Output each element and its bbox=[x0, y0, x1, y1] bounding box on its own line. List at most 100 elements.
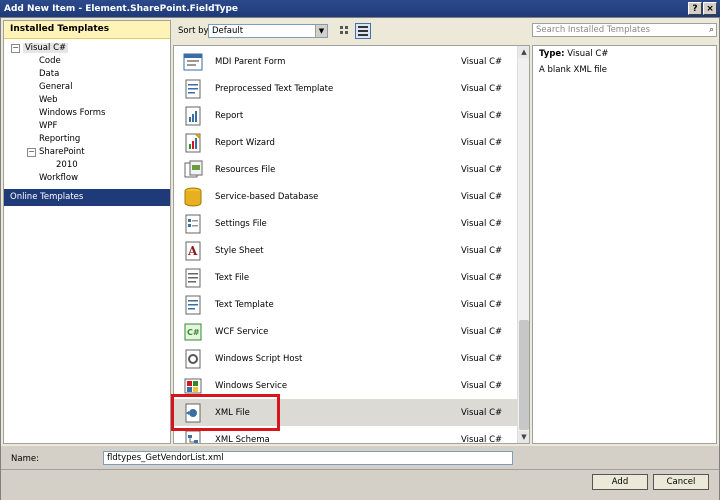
list-item[interactable]: Report Visual C# bbox=[174, 102, 518, 129]
window-title: Add New Item - Element.SharePoint.FieldT… bbox=[4, 3, 238, 14]
collapse-icon[interactable]: − bbox=[27, 148, 36, 157]
small-icons-view-icon[interactable] bbox=[337, 23, 353, 39]
database-icon bbox=[182, 186, 204, 208]
name-input[interactable]: fldtypes_GetVendorList.xml bbox=[103, 451, 513, 465]
add-new-item-dialog: Installed Templates − Visual C# Code Dat… bbox=[0, 17, 720, 500]
item-language: Visual C# bbox=[461, 299, 503, 310]
list-item[interactable]: MDI Parent Form Visual C# bbox=[174, 48, 518, 75]
type-row: Type: Visual C# bbox=[539, 49, 710, 59]
text-template-icon bbox=[182, 294, 204, 316]
selection-highlight-box bbox=[171, 394, 280, 431]
item-language: Visual C# bbox=[461, 245, 503, 256]
settings-file-icon bbox=[182, 213, 204, 235]
close-button[interactable]: × bbox=[703, 2, 717, 15]
report-wizard-icon bbox=[182, 132, 204, 154]
item-language: Visual C# bbox=[461, 434, 503, 444]
list-item[interactable]: Settings File Visual C# bbox=[174, 210, 518, 237]
script-host-icon bbox=[182, 348, 204, 370]
item-language: Visual C# bbox=[461, 353, 503, 364]
title-bar: Add New Item - Element.SharePoint.FieldT… bbox=[0, 0, 720, 17]
tree-item-code[interactable]: Code bbox=[39, 56, 61, 66]
online-templates[interactable]: Online Templates bbox=[4, 189, 170, 206]
search-placeholder: Search Installed Templates bbox=[536, 25, 651, 35]
add-button[interactable]: Add bbox=[592, 474, 648, 490]
tree-item-sharepoint[interactable]: SharePoint bbox=[39, 147, 85, 157]
item-name: Text File bbox=[215, 272, 250, 283]
divider bbox=[1, 469, 719, 470]
item-name: XML Schema bbox=[215, 434, 270, 444]
list-item[interactable]: A Style Sheet Visual C# bbox=[174, 237, 518, 264]
wcf-service-icon: C# bbox=[182, 321, 204, 343]
list-item[interactable]: Text File Visual C# bbox=[174, 264, 518, 291]
item-language: Visual C# bbox=[461, 83, 503, 94]
sort-by-dropdown[interactable]: Default ▼ bbox=[208, 24, 328, 38]
item-language: Visual C# bbox=[461, 218, 503, 229]
cancel-button[interactable]: Cancel bbox=[653, 474, 709, 490]
search-input[interactable]: Search Installed Templates ⌕ bbox=[532, 23, 717, 37]
item-language: Visual C# bbox=[461, 326, 503, 337]
item-language: Visual C# bbox=[461, 137, 503, 148]
tree-item-workflow[interactable]: Workflow bbox=[39, 173, 78, 183]
sort-toolbar: Sort by: Default ▼ bbox=[173, 20, 521, 42]
list-item[interactable]: Preprocessed Text Template Visual C# bbox=[174, 75, 518, 102]
item-language: Visual C# bbox=[461, 56, 503, 67]
type-value: Visual C# bbox=[567, 49, 609, 59]
report-icon bbox=[182, 105, 204, 127]
list-item[interactable]: Service-based Database Visual C# bbox=[174, 183, 518, 210]
item-language: Visual C# bbox=[461, 191, 503, 202]
list-item[interactable]: C# WCF Service Visual C# bbox=[174, 318, 518, 345]
item-description: A blank XML file bbox=[539, 65, 608, 75]
template-list: MDI Parent Form Visual C# Preprocessed T… bbox=[173, 45, 530, 444]
item-name: Text Template bbox=[215, 299, 274, 310]
tree-item-windows-forms[interactable]: Windows Forms bbox=[39, 108, 106, 118]
item-name: Windows Script Host bbox=[215, 353, 303, 364]
tree-item-wpf[interactable]: WPF bbox=[39, 121, 57, 131]
item-name: MDI Parent Form bbox=[215, 56, 286, 67]
text-template-icon bbox=[182, 78, 204, 100]
list-item[interactable]: Windows Script Host Visual C# bbox=[174, 345, 518, 372]
tree-item-visual-csharp[interactable]: Visual C# bbox=[23, 43, 69, 53]
item-name: Windows Service bbox=[215, 380, 288, 391]
list-item[interactable]: Resources File Visual C# bbox=[174, 156, 518, 183]
item-name: WCF Service bbox=[215, 326, 269, 337]
name-label: Name: bbox=[11, 454, 39, 464]
item-name: Style Sheet bbox=[215, 245, 264, 256]
item-name: Resources File bbox=[215, 164, 276, 175]
text-file-icon bbox=[182, 267, 204, 289]
installed-templates-header: Installed Templates bbox=[4, 21, 170, 39]
tree-item-data[interactable]: Data bbox=[39, 69, 59, 79]
item-language: Visual C# bbox=[461, 272, 503, 283]
sort-by-value: Default bbox=[212, 26, 244, 36]
collapse-icon[interactable]: − bbox=[11, 44, 20, 53]
list-item[interactable]: Report Wizard Visual C# bbox=[174, 129, 518, 156]
scroll-up-icon[interactable]: ▲ bbox=[518, 46, 529, 58]
list-view-icon[interactable] bbox=[355, 23, 371, 39]
svg-text:A: A bbox=[187, 244, 198, 258]
item-name: Report bbox=[215, 110, 244, 121]
style-sheet-icon: A bbox=[182, 240, 204, 262]
tree-item-reporting[interactable]: Reporting bbox=[39, 134, 80, 144]
scroll-down-icon[interactable]: ▼ bbox=[518, 431, 529, 443]
scrollbar-thumb[interactable] bbox=[519, 320, 529, 430]
item-name: Preprocessed Text Template bbox=[215, 83, 334, 94]
tree-item-2010[interactable]: 2010 bbox=[56, 160, 78, 170]
sort-by-label: Sort by: bbox=[178, 26, 211, 36]
form-icon bbox=[182, 51, 204, 73]
chevron-down-icon[interactable]: ▼ bbox=[315, 25, 327, 37]
item-language: Visual C# bbox=[461, 110, 503, 121]
details-pane: Type: Visual C# A blank XML file bbox=[532, 45, 717, 444]
tree-item-general[interactable]: General bbox=[39, 82, 73, 92]
templates-tree-pane: Installed Templates − Visual C# Code Dat… bbox=[3, 20, 171, 444]
search-icon[interactable]: ⌕ bbox=[709, 25, 714, 35]
bottom-bar: Name: fldtypes_GetVendorList.xml Add Can… bbox=[1, 446, 719, 500]
list-item[interactable]: Text Template Visual C# bbox=[174, 291, 518, 318]
tree-item-web[interactable]: Web bbox=[39, 95, 58, 105]
list-scrollbar[interactable]: ▲ ▼ bbox=[517, 46, 529, 443]
item-language: Visual C# bbox=[461, 164, 503, 175]
item-name: Settings File bbox=[215, 218, 267, 229]
help-button[interactable]: ? bbox=[688, 2, 702, 15]
resources-icon bbox=[182, 159, 204, 181]
item-language: Visual C# bbox=[461, 407, 503, 418]
svg-text:C#: C# bbox=[187, 328, 200, 337]
item-language: Visual C# bbox=[461, 380, 503, 391]
